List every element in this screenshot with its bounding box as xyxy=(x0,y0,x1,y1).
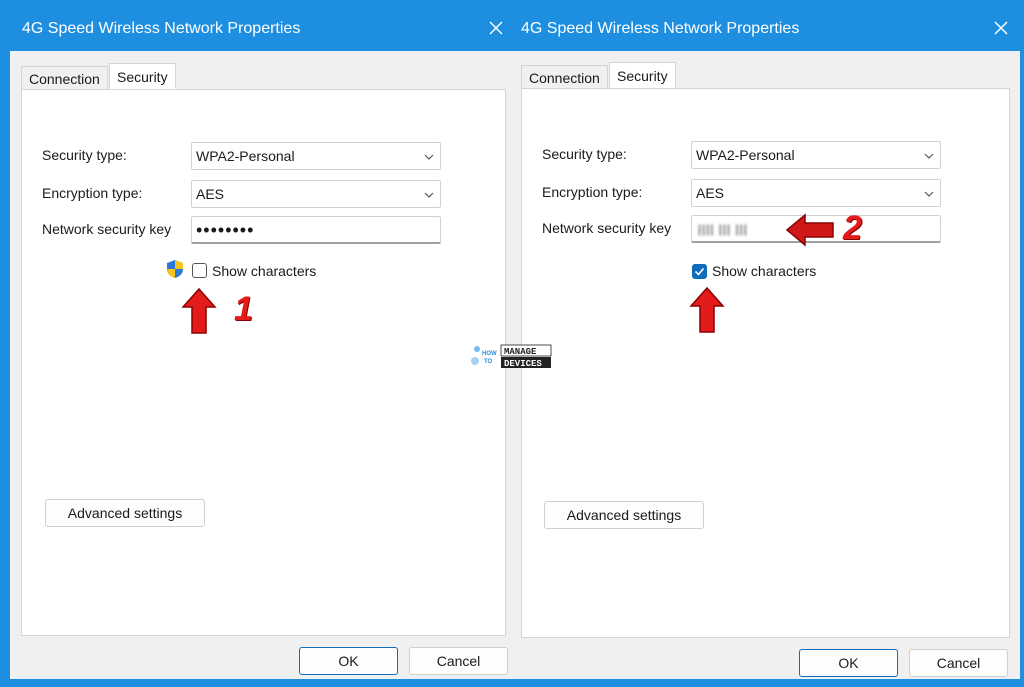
encryption-type-select[interactable]: AES xyxy=(691,179,941,207)
security-type-label: Security type: xyxy=(42,147,127,163)
checkmark-icon xyxy=(694,267,705,276)
ok-button[interactable]: OK xyxy=(799,649,898,677)
properties-dialog-right: 4G Speed Wireless Network Properties Con… xyxy=(515,8,1020,679)
network-key-value: •••••••• xyxy=(196,220,255,240)
close-icon[interactable] xyxy=(483,15,509,41)
tab-security[interactable]: Security xyxy=(609,62,676,88)
watermark-how: HOW xyxy=(482,351,497,357)
cancel-button[interactable]: Cancel xyxy=(409,647,508,675)
security-type-value: WPA2-Personal xyxy=(696,147,795,163)
chevron-down-icon xyxy=(424,192,434,198)
network-key-input[interactable]: •••••••• xyxy=(191,216,441,244)
show-characters-label: Show characters xyxy=(712,263,817,279)
network-key-label: Network security key xyxy=(542,220,672,236)
uac-shield-icon xyxy=(167,260,183,278)
chevron-down-icon xyxy=(924,191,934,197)
encryption-type-value: AES xyxy=(196,186,225,202)
security-type-select[interactable]: WPA2-Personal xyxy=(691,141,941,169)
security-panel: Security type: WPA2-Personal Encryption … xyxy=(521,88,1010,638)
chevron-down-icon xyxy=(924,153,934,159)
tab-security[interactable]: Security xyxy=(109,63,176,89)
advanced-settings-button[interactable]: Advanced settings xyxy=(544,501,704,529)
encryption-type-value: AES xyxy=(696,185,725,201)
close-icon[interactable] xyxy=(988,15,1014,41)
dialog-title: 4G Speed Wireless Network Properties xyxy=(521,20,800,37)
encryption-type-label: Encryption type: xyxy=(42,185,143,201)
dialog-title: 4G Speed Wireless Network Properties xyxy=(22,20,301,37)
security-type-label: Security type: xyxy=(542,146,627,162)
encryption-type-label: Encryption type: xyxy=(542,184,643,200)
network-key-label: Network security key xyxy=(42,221,172,237)
annotation-arrow-up-icon xyxy=(181,287,217,334)
show-characters-checkbox[interactable] xyxy=(692,264,707,279)
advanced-settings-button[interactable]: Advanced settings xyxy=(45,499,205,527)
tab-connection[interactable]: Connection xyxy=(521,65,608,89)
chevron-down-icon xyxy=(424,154,434,160)
properties-dialog-left: 4G Speed Wireless Network Properties Con… xyxy=(10,8,515,679)
security-panel: Security type: WPA2-Personal Encryption … xyxy=(21,89,506,636)
annotation-arrow-left-icon xyxy=(785,213,834,247)
show-characters-checkbox[interactable] xyxy=(192,263,207,278)
title-bar: 4G Speed Wireless Network Properties xyxy=(515,8,1020,51)
security-type-select[interactable]: WPA2-Personal xyxy=(191,142,441,170)
network-key-value-blurred: |||| ||| ||| xyxy=(698,222,748,236)
watermark-devices: DEVICES xyxy=(504,359,542,369)
annotation-number: 1 xyxy=(234,290,253,328)
ok-button[interactable]: OK xyxy=(299,647,398,675)
annotation-number: 2 xyxy=(843,209,862,247)
watermark-to: TO xyxy=(484,359,493,365)
title-bar: 4G Speed Wireless Network Properties xyxy=(10,8,515,51)
watermark-manage: MANAGE xyxy=(504,347,537,357)
encryption-type-select[interactable]: AES xyxy=(191,180,441,208)
cancel-button[interactable]: Cancel xyxy=(909,649,1008,677)
annotation-arrow-up-icon xyxy=(689,286,725,333)
security-type-value: WPA2-Personal xyxy=(196,148,295,164)
how-to-manage-devices-logo: HOW TO MANAGE DEVICES xyxy=(471,344,552,369)
show-characters-label: Show characters xyxy=(212,263,317,279)
tab-connection[interactable]: Connection xyxy=(21,66,108,90)
